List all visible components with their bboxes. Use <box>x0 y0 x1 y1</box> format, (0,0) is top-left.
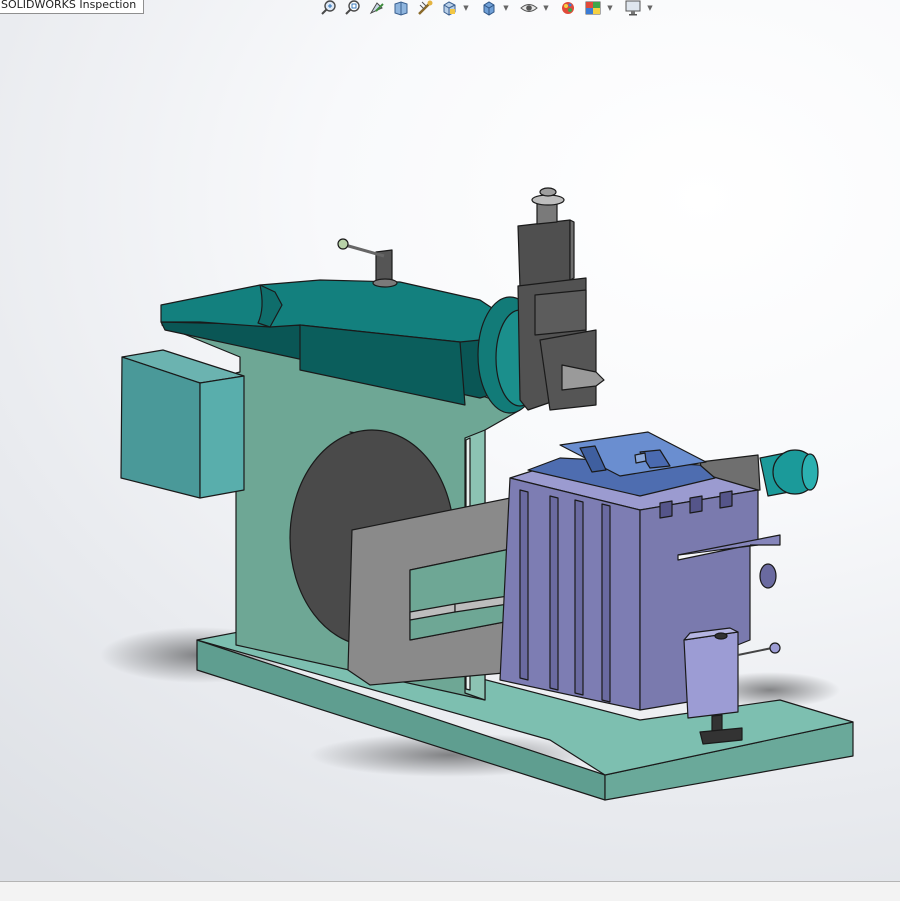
table-slot <box>549 495 559 691</box>
feed-lever-knob[interactable] <box>769 642 781 654</box>
tool-handwheel <box>539 187 557 197</box>
status-bar <box>0 881 900 901</box>
table-tslot <box>659 500 673 519</box>
motor-box-side <box>199 375 245 499</box>
ram-lever-arm <box>344 243 385 258</box>
tool-post[interactable] <box>561 364 605 391</box>
table-boss <box>759 563 777 589</box>
tool-head-step <box>534 289 587 336</box>
table-tslot <box>719 490 733 509</box>
elevating-screw-cap <box>714 632 728 640</box>
feed-motor <box>801 453 819 491</box>
tool-head-upper[interactable] <box>517 219 571 289</box>
vise-screw <box>634 452 647 464</box>
table-tslot <box>689 495 703 514</box>
table-slot <box>601 503 611 703</box>
tool-head-upper-side <box>569 219 575 281</box>
elevating-screw-block[interactable] <box>683 631 739 719</box>
graphics-area[interactable] <box>0 0 900 900</box>
ram-lever-base <box>372 278 398 288</box>
table-slot <box>519 489 529 681</box>
table-slot <box>574 499 584 696</box>
feed-lever-arm <box>737 647 773 656</box>
ram-lever-knob[interactable] <box>337 238 349 250</box>
